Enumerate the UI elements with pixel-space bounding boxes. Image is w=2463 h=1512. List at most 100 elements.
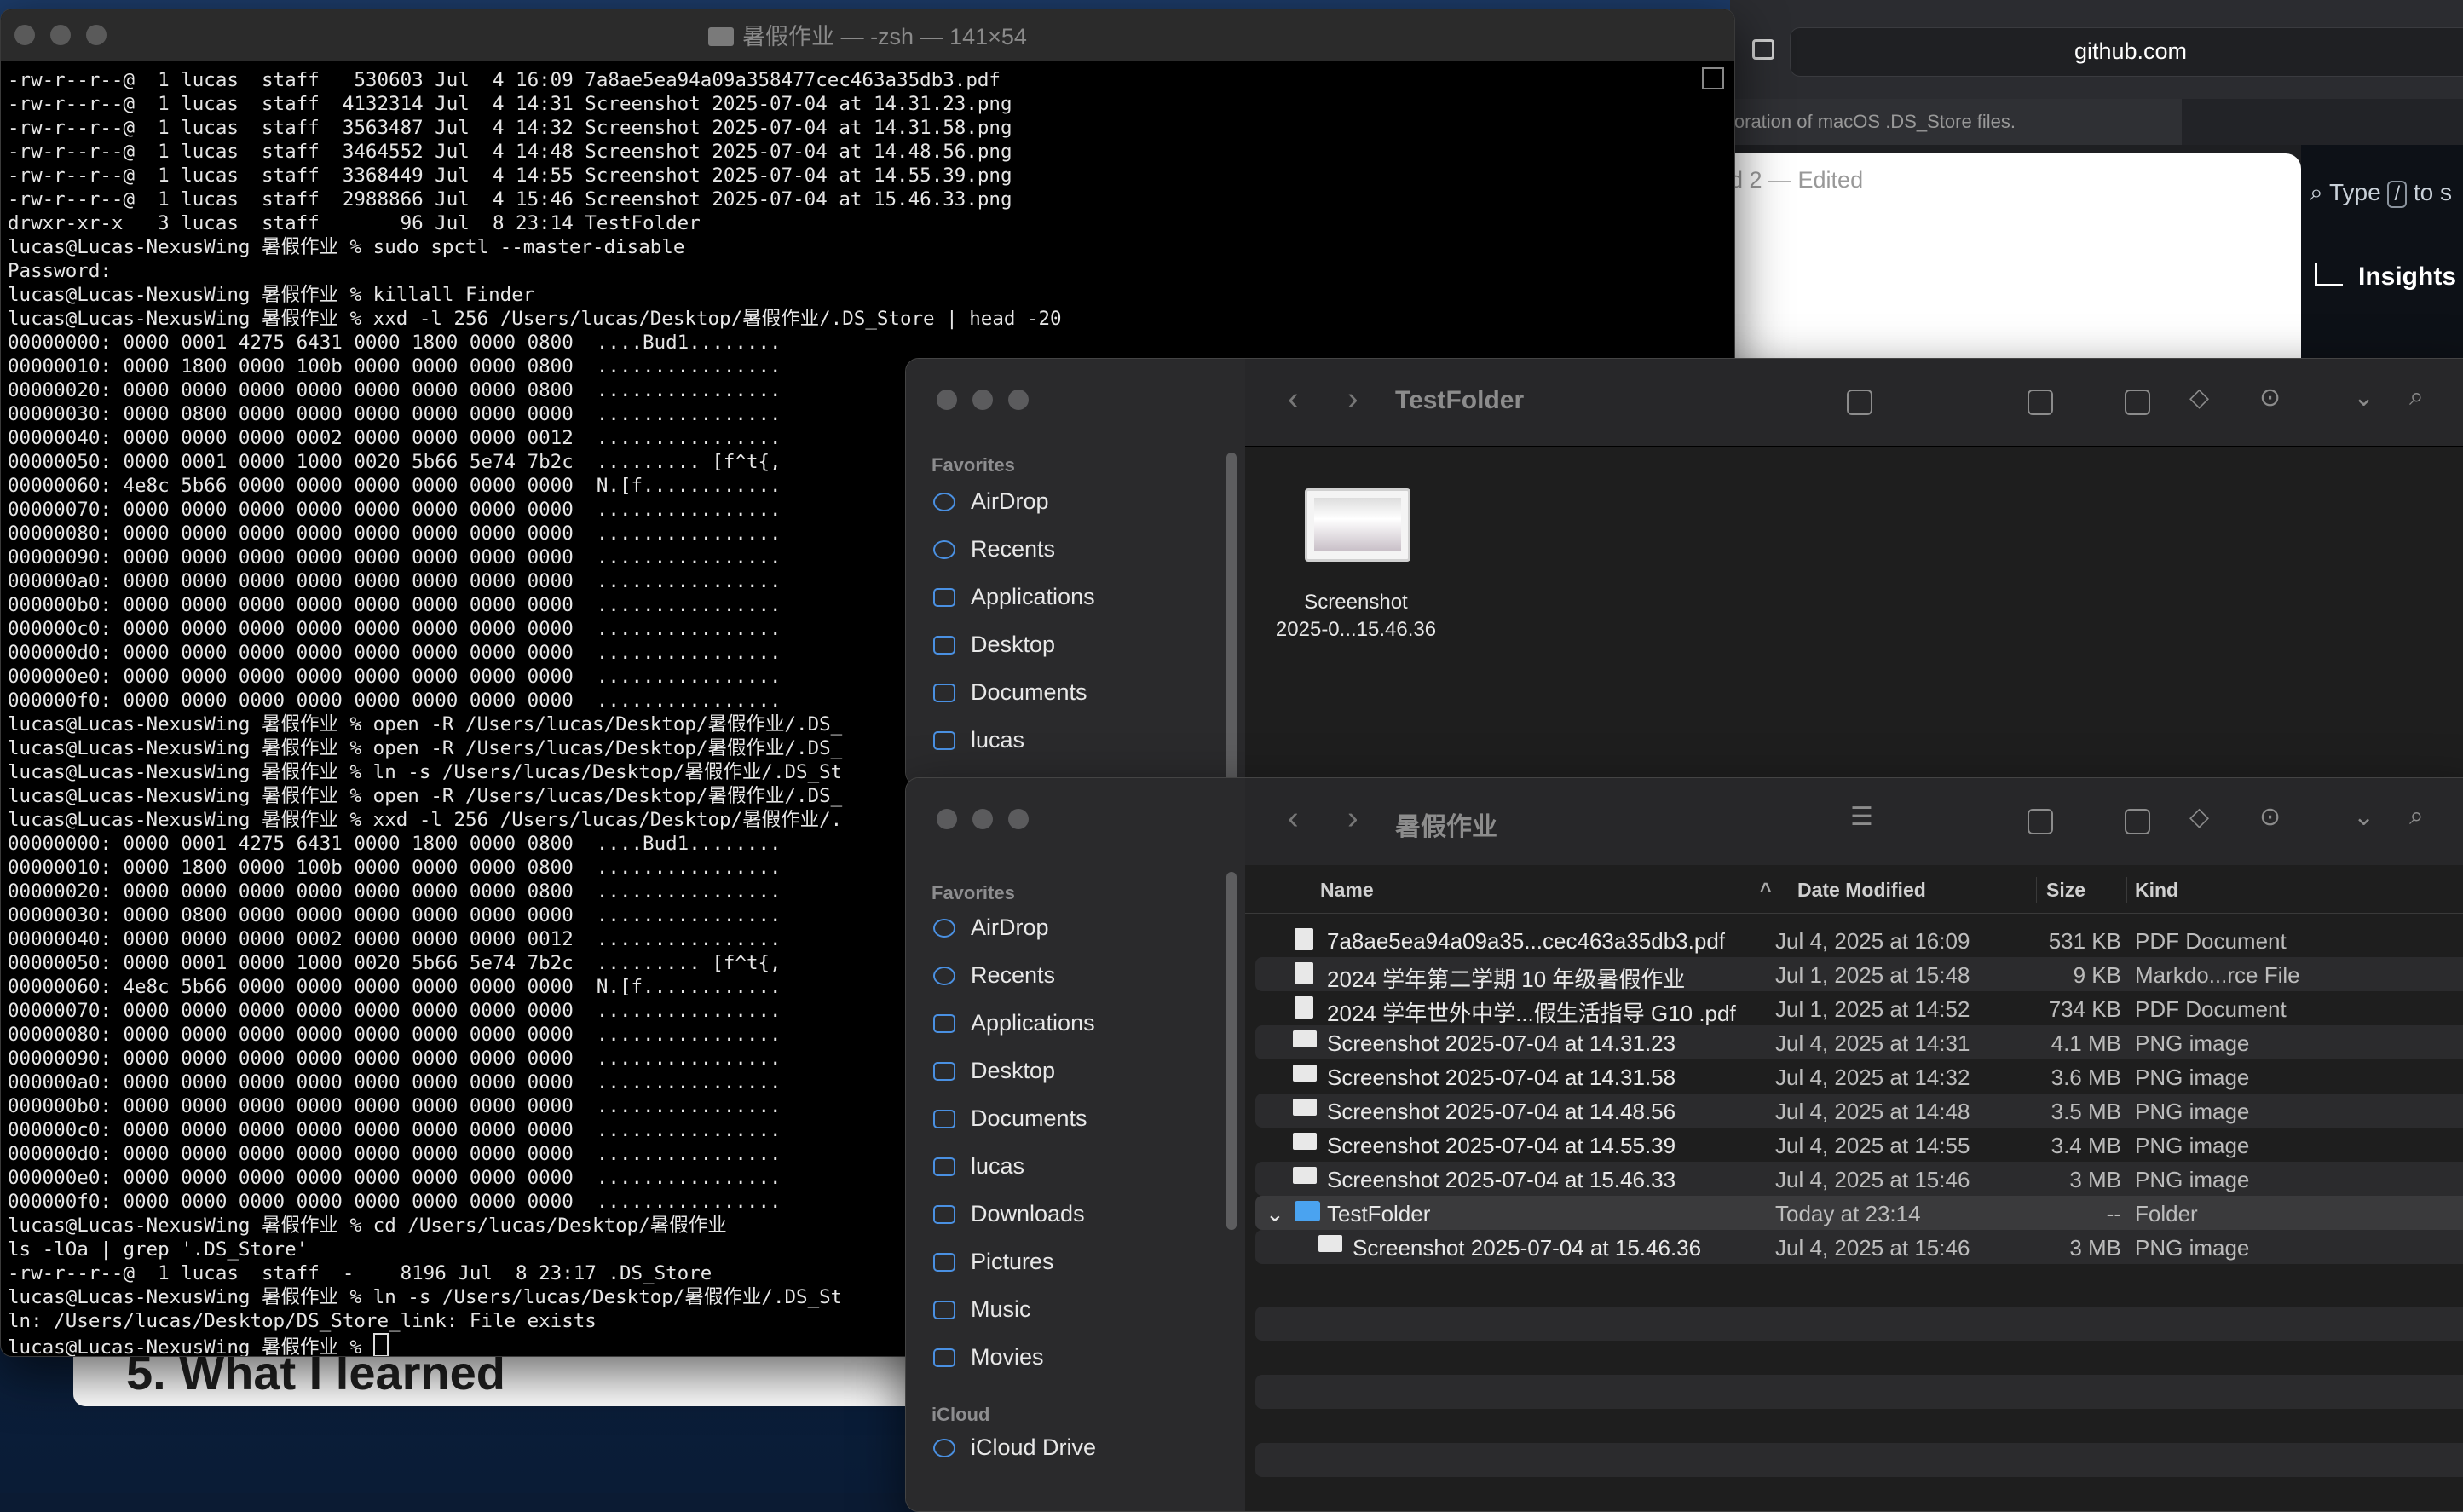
table-row[interactable]: Screenshot 2025-07-04 at 14.31.23 Jul 4, …: [1255, 1025, 2463, 1059]
search-hint[interactable]: ⌕ Type / to s: [2310, 179, 2452, 208]
folder-title: 暑假作业: [1395, 813, 1497, 841]
terminal-line: -rw-r--r--@ 1 lucas staff 530603 Jul 4 1…: [8, 69, 1001, 91]
icon-view-icon[interactable]: [1847, 390, 1872, 415]
terminal-line: 00000060: 4e8c 5b66 0000 0000 0000 0000 …: [8, 976, 782, 998]
image-file-icon: [1318, 1235, 1342, 1252]
sidebar-item-downloads[interactable]: Downloads: [933, 1201, 1085, 1227]
terminal-line: lucas@Lucas-NexusWing 暑假作业 % open -R /Us…: [8, 713, 843, 736]
share-icon[interactable]: [2125, 390, 2150, 415]
table-row[interactable]: Screenshot 2025-07-04 at 15.46.36 Jul 4, …: [1255, 1230, 2463, 1264]
minimize-button[interactable]: [972, 809, 993, 829]
sidebar-item-documents[interactable]: Documents: [933, 679, 1087, 706]
terminal-line: 000000b0: 0000 0000 0000 0000 0000 0000 …: [8, 594, 782, 616]
sidebar-item-lucas[interactable]: lucas: [933, 1153, 1024, 1180]
terminal-line: lucas@Lucas-NexusWing 暑假作业 % ln -s /User…: [8, 761, 843, 783]
sidebar-item-icloud-drive[interactable]: iCloud Drive: [933, 1434, 1096, 1461]
screenshot-thumbnail[interactable]: [1305, 488, 1410, 562]
sidebar-item-airdrop[interactable]: AirDrop: [933, 915, 1049, 941]
chevron-down-icon[interactable]: ⌄: [2353, 802, 2374, 832]
close-button[interactable]: [937, 809, 957, 829]
terminal-line: -rw-r--r--@ 1 lucas staff 4132314 Jul 4 …: [8, 93, 1012, 115]
zoom-button[interactable]: [1008, 809, 1029, 829]
search-icon[interactable]: ⌕: [2409, 802, 2424, 831]
column-kind[interactable]: Kind: [2135, 879, 2178, 902]
sidebar-scrollbar[interactable]: [1226, 872, 1237, 1230]
search-icon[interactable]: ⌕: [2409, 383, 2424, 412]
back-button[interactable]: ‹: [1288, 381, 1299, 418]
sort-ascending-icon[interactable]: ^: [1760, 879, 1771, 902]
tag-icon[interactable]: ◇: [2189, 802, 2209, 832]
sidebar-item-desktop[interactable]: Desktop: [933, 1058, 1055, 1084]
terminal-line: -rw-r--r--@ 1 lucas staff 3368449 Jul 4 …: [8, 164, 1012, 187]
sidebar-item-applications[interactable]: Applications: [933, 584, 1095, 610]
table-row[interactable]: Screenshot 2025-07-04 at 14.55.39 Jul 4, …: [1255, 1128, 2463, 1162]
sidebar-item-recents[interactable]: Recents: [933, 962, 1055, 989]
back-button[interactable]: ‹: [1288, 800, 1299, 837]
sidebar-item-recents[interactable]: Recents: [933, 536, 1055, 563]
file-icon-label[interactable]: Screenshot 2025-0...15.46.36: [1254, 589, 1458, 643]
sidebar-item-applications[interactable]: Applications: [933, 1010, 1095, 1036]
table-row[interactable]: 2024 学年世外中学...假生活指导 G10 .pdf Jul 1, 2025 …: [1255, 991, 2463, 1026]
sidebar-item-airdrop[interactable]: AirDrop: [933, 488, 1049, 515]
terminal-line: lucas@Lucas-NexusWing 暑假作业 % xxd -l 256 …: [8, 809, 843, 831]
group-icon[interactable]: [2028, 390, 2053, 415]
table-row[interactable]: 7a8ae5ea94a09a35...cec463a35db3.pdf Jul 4…: [1255, 923, 2463, 957]
applications-icon: [933, 1014, 955, 1033]
sidebar-item-label: Applications: [971, 1010, 1095, 1036]
more-icon[interactable]: ⊙: [2259, 802, 2281, 832]
terminal-line: 00000070: 0000 0000 0000 0000 0000 0000 …: [8, 499, 782, 521]
terminal-line: 00000040: 0000 0000 0000 0002 0000 0000 …: [8, 928, 782, 950]
insights-tab[interactable]: Insights: [2315, 263, 2456, 291]
table-row[interactable]: Screenshot 2025-07-04 at 14.48.56 Jul 4, …: [1255, 1094, 2463, 1128]
document-file-icon: [1295, 996, 1313, 1019]
cell-kind: PDF Document: [2135, 996, 2287, 1022]
empty-row: [1255, 1443, 2463, 1477]
group-icon[interactable]: [2028, 809, 2053, 834]
zoom-button[interactable]: [1008, 390, 1029, 410]
movies-icon: [933, 1348, 955, 1367]
minimize-button[interactable]: [972, 390, 993, 410]
column-size[interactable]: Size: [2046, 879, 2085, 902]
cell-name: Screenshot 2025-07-04 at 15.46.33: [1327, 1167, 1676, 1192]
cell-name: Screenshot 2025-07-04 at 15.46.36: [1353, 1235, 1702, 1261]
chevron-down-icon[interactable]: ⌄: [2353, 383, 2374, 413]
tag-icon[interactable]: ◇: [2189, 383, 2209, 413]
browser-tab[interactable]: loration of macOS .DS_Store files.: [1730, 99, 2182, 145]
disclosure-chevron-icon[interactable]: ⌄: [1266, 1201, 1284, 1227]
forward-button[interactable]: ›: [1347, 381, 1358, 418]
image-file-icon: [1293, 1167, 1317, 1184]
forward-button[interactable]: ›: [1347, 800, 1358, 837]
sidebar-toggle-icon[interactable]: [1752, 39, 1774, 60]
column-name[interactable]: Name: [1320, 879, 1374, 902]
scroll-marker-icon[interactable]: [1702, 67, 1724, 89]
terminal-line: 00000090: 0000 0000 0000 0000 0000 0000 …: [8, 1047, 782, 1070]
window-controls: [937, 390, 1029, 410]
address-bar[interactable]: github.com: [1790, 27, 2463, 77]
sidebar-item-lucas[interactable]: lucas: [933, 727, 1024, 753]
cell-size: 531 KB: [2048, 928, 2121, 954]
table-row[interactable]: 2024 学年第二学期 10 年级暑假作业 Jul 1, 2025 at 15:4…: [1255, 957, 2463, 992]
list-view-icon[interactable]: ☰: [1850, 802, 1873, 832]
table-row[interactable]: Screenshot 2025-07-04 at 14.31.58 Jul 4, …: [1255, 1059, 2463, 1094]
sidebar-item-pictures[interactable]: Pictures: [933, 1249, 1054, 1275]
sidebar-item-music[interactable]: Music: [933, 1296, 1031, 1323]
terminal-line: 000000a0: 0000 0000 0000 0000 0000 0000 …: [8, 1071, 782, 1094]
share-icon[interactable]: [2125, 809, 2150, 834]
terminal-line: 000000f0: 0000 0000 0000 0000 0000 0000 …: [8, 690, 782, 712]
tab-strip: loration of macOS .DS_Store files.: [1730, 99, 2463, 145]
sidebar-item-movies[interactable]: Movies: [933, 1344, 1044, 1371]
table-row[interactable]: ⌄ TestFolder Today at 23:14 -- Folder: [1255, 1196, 2463, 1230]
column-date[interactable]: Date Modified: [1797, 879, 1926, 902]
recents-icon: [933, 967, 955, 985]
terminal-line: drwxr-xr-x 3 lucas staff 96 Jul 8 23:14 …: [8, 212, 701, 234]
airdrop-icon: [933, 493, 955, 511]
sidebar-item-desktop[interactable]: Desktop: [933, 632, 1055, 658]
sidebar-scrollbar[interactable]: [1226, 453, 1237, 785]
table-row[interactable]: Screenshot 2025-07-04 at 15.46.33 Jul 4, …: [1255, 1162, 2463, 1196]
file-name-line1: Screenshot: [1304, 591, 1408, 614]
sidebar-item-label: Music: [971, 1296, 1031, 1322]
close-button[interactable]: [937, 390, 957, 410]
sidebar-item-documents[interactable]: Documents: [933, 1105, 1087, 1132]
more-icon[interactable]: ⊙: [2259, 383, 2281, 413]
cell-kind: Folder: [2135, 1201, 2198, 1226]
